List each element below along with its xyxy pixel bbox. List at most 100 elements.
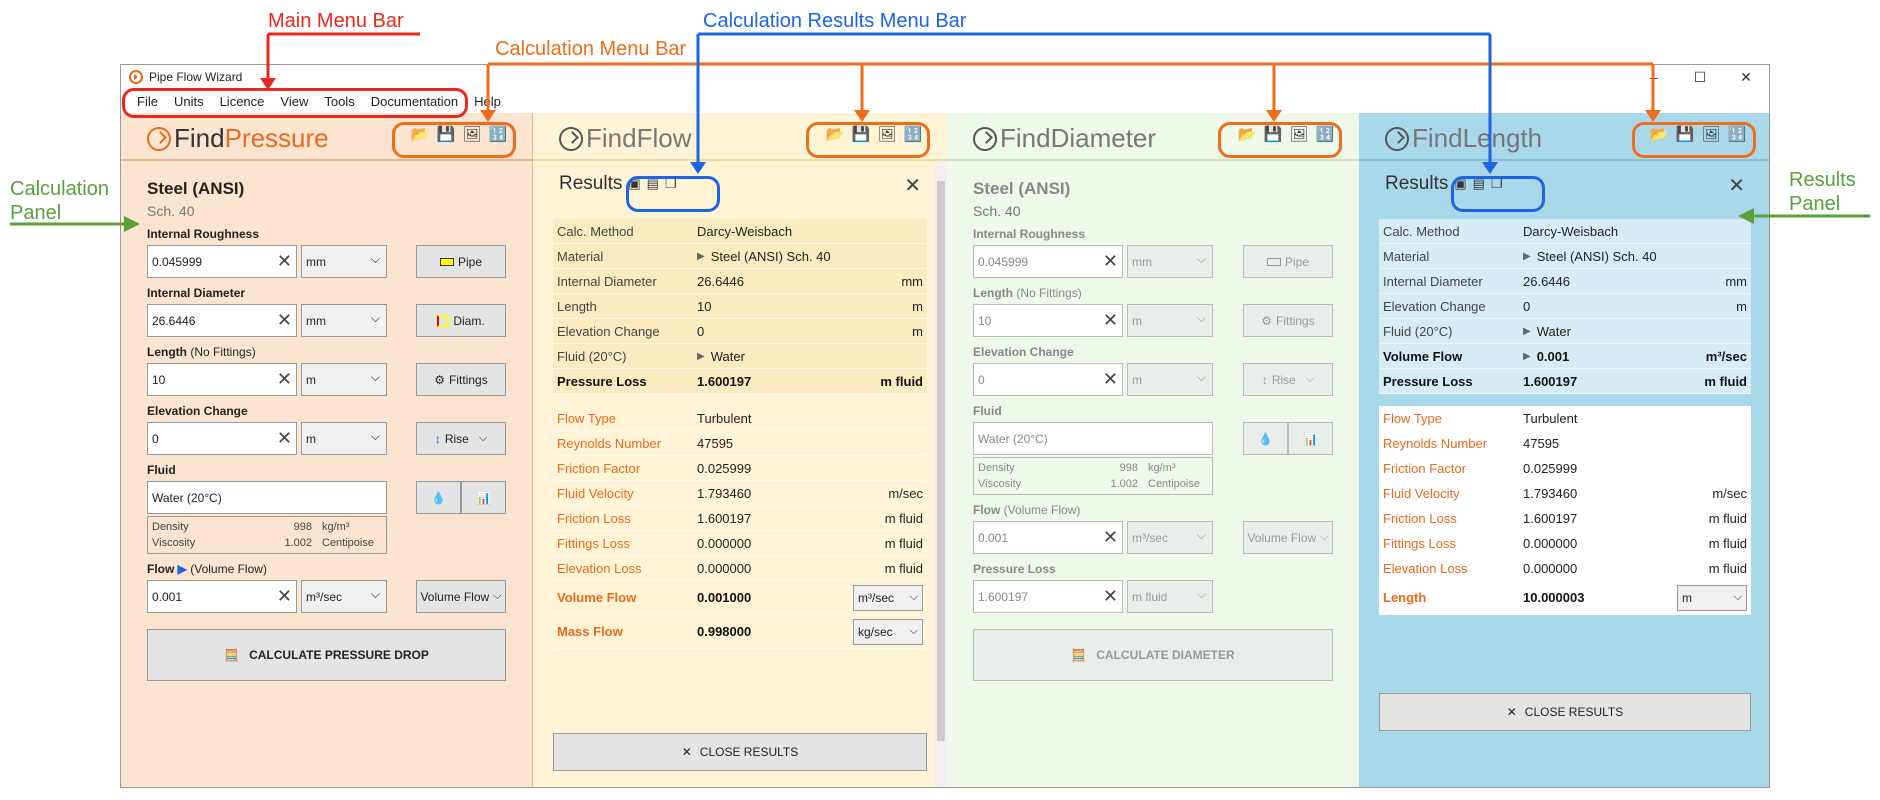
elevation-input[interactable]: 0 ✕ — [147, 422, 297, 455]
clear-icon[interactable]: ✕ — [277, 310, 292, 331]
calc-menu-highlight-flow — [806, 122, 930, 158]
length-unit-select[interactable]: m ⌵ — [1127, 304, 1213, 337]
schedule: Sch. 40 — [973, 203, 1021, 219]
window-title: Pipe Flow Wizard — [149, 70, 243, 84]
find-pressure-panel: Find Pressure 📂 💾 🖼 🔢 Steel (ANSI) Sch. 4… — [121, 113, 533, 787]
clear-icon[interactable]: ✕ — [1103, 310, 1118, 331]
fluid-database-button[interactable]: 📊 — [461, 481, 506, 514]
rise-select[interactable]: ↕ Rise ⌵ — [1243, 363, 1333, 396]
table-row: Calc. Method Darcy-Weisbach — [1379, 219, 1751, 244]
find-length-panel: Find Length 📂 💾 🖼 🔢 Results ▣ ▤ ❐ ✕ Calc. M… — [1359, 113, 1769, 787]
pipe-icon — [439, 257, 454, 266]
fluid-properties: Density 998 kg/m³ Viscosity 1.002 Centipoise — [147, 516, 387, 554]
find-pressure-title: Find Pressure — [147, 123, 329, 154]
clear-icon[interactable]: ✕ — [1103, 527, 1118, 548]
clear-icon[interactable]: ✕ — [1103, 251, 1118, 272]
length-input[interactable]: 10 ✕ — [147, 363, 297, 396]
calculator-icon: 🧮 — [224, 648, 240, 662]
table-row: Fluid Velocity 1.793460 m/sec — [553, 481, 927, 506]
rise-select[interactable]: ↕ Rise ⌵ — [416, 422, 506, 455]
fluid-input[interactable]: Water (20°C) — [973, 422, 1213, 455]
fittings-icon: ⚙ — [434, 372, 446, 387]
title-bar: Pipe Flow Wizard – ☐ ✕ — [121, 65, 1769, 89]
volume-flow-unit-select[interactable]: m³/sec ⌵ — [853, 584, 923, 611]
length-unit-select[interactable]: m ⌵ — [301, 363, 387, 396]
roughness-input[interactable]: 0.045999 ✕ — [973, 245, 1123, 278]
length-input[interactable]: 10 ✕ — [973, 304, 1123, 337]
table-row: Friction Loss 1.600197 m fluid — [1379, 506, 1751, 531]
scrollbar[interactable] — [935, 161, 947, 787]
table-row: Volume Flow ▶ 0.001 m³/sec — [1379, 344, 1751, 369]
clear-icon[interactable]: ✕ — [277, 251, 292, 272]
close-window-button[interactable]: ✕ — [1723, 65, 1769, 89]
results-header: Results ▣ ▤ ❐ ✕ — [533, 161, 947, 209]
table-row: Fluid Velocity 1.793460 m/sec — [1379, 481, 1751, 506]
roughness-unit-select[interactable]: mm ⌵ — [301, 245, 387, 278]
play-arrow-icon: ▶ — [177, 562, 187, 576]
table-row: Elevation Loss 0.000000 m fluid — [1379, 556, 1751, 581]
table-row: Elevation Change 0 m — [553, 319, 927, 344]
length-unit-select[interactable]: m ⌵ — [1677, 584, 1747, 611]
pressure-loss-unit-select[interactable]: m fluid ⌵ — [1127, 580, 1213, 613]
clear-icon[interactable]: ✕ — [277, 369, 292, 390]
elevation-unit-select[interactable]: m ⌵ — [1127, 363, 1213, 396]
pipe-button[interactable]: Pipe — [1243, 245, 1333, 278]
fluid-label: Fluid — [973, 404, 1002, 418]
diameter-unit-select[interactable]: mm ⌵ — [301, 304, 387, 337]
roughness-label: Internal Roughness — [147, 227, 260, 241]
expand-arrow-icon[interactable]: ▶ — [697, 251, 705, 262]
fluid-input[interactable]: Water (20°C) — [147, 481, 387, 514]
roughness-input[interactable]: 0.045999 ✕ — [147, 245, 297, 278]
minimize-button[interactable]: – — [1631, 65, 1677, 89]
elevation-input[interactable]: 0 ✕ — [973, 363, 1123, 396]
fittings-button[interactable]: ⚙ Fittings — [416, 363, 506, 396]
table-row: Pressure Loss 1.600197 m fluid — [553, 369, 927, 394]
table-row: Friction Factor 0.025999 — [1379, 456, 1751, 481]
expand-arrow-icon[interactable]: ▶ — [697, 351, 705, 362]
flow-input[interactable]: 0.001 ✕ — [147, 580, 297, 613]
scrollbar-thumb[interactable] — [937, 181, 945, 741]
roughness-unit-select[interactable]: mm ⌵ — [1127, 245, 1213, 278]
find-length-logo-icon — [1385, 126, 1409, 151]
elevation-unit-select[interactable]: m ⌵ — [301, 422, 387, 455]
chevron-down-icon: ⌵ — [1196, 370, 1206, 384]
expand-arrow-icon[interactable]: ▶ — [1523, 326, 1531, 337]
calculate-diameter-button[interactable]: 🧮 CALCULATE DIAMETER — [973, 629, 1333, 681]
maximize-button[interactable]: ☐ — [1677, 65, 1723, 89]
fluid-drop-button[interactable]: 💧 — [1243, 422, 1288, 455]
diameter-input[interactable]: 26.6446 ✕ — [147, 304, 297, 337]
clear-icon[interactable]: ✕ — [1103, 369, 1118, 390]
fittings-button[interactable]: ⚙ Fittings — [1243, 304, 1333, 337]
close-icon[interactable]: ✕ — [904, 173, 921, 198]
flow-type-select[interactable]: Volume Flow ⌵ — [416, 580, 506, 613]
close-results-button[interactable]: ✕ CLOSE RESULTS — [1379, 693, 1751, 731]
table-row: Length 10 m — [553, 294, 927, 319]
expand-arrow-icon[interactable]: ▶ — [1523, 251, 1531, 262]
flow-unit-select[interactable]: m³/sec ⌵ — [1127, 521, 1213, 554]
results-table: Calc. Method Darcy-Weisbach Material ▶ Stee… — [553, 219, 927, 394]
close-results-button[interactable]: ✕ CLOSE RESULTS — [553, 733, 927, 771]
calculate-pressure-drop-button[interactable]: 🧮 CALCULATE PRESSURE DROP — [147, 629, 506, 681]
close-icon[interactable]: ✕ — [1728, 173, 1745, 198]
main-menu-bar-label: Main Menu Bar — [268, 10, 404, 32]
pressure-loss-input[interactable]: 1.600197 ✕ — [973, 580, 1123, 613]
diameter-button[interactable]: Diam. — [416, 304, 506, 337]
clear-icon[interactable]: ✕ — [1103, 586, 1118, 607]
calculation-panel-label: Calculation Panel — [10, 178, 109, 224]
table-row: Friction Factor 0.025999 — [553, 456, 927, 481]
fluid-drop-button[interactable]: 💧 — [416, 481, 461, 514]
flow-unit-select[interactable]: m³/sec ⌵ — [301, 580, 387, 613]
flow-input[interactable]: 0.001 ✕ — [973, 521, 1123, 554]
table-row: Elevation Change 0 m — [1379, 294, 1751, 319]
pipe-button[interactable]: Pipe — [416, 245, 506, 278]
flow-type-select[interactable]: Volume Flow ⌵ — [1243, 521, 1333, 554]
menu-help[interactable]: Help — [466, 94, 509, 109]
expand-arrow-icon[interactable]: ▶ — [1523, 351, 1531, 362]
clear-icon[interactable]: ✕ — [277, 428, 292, 449]
fluid-database-button[interactable]: 📊 — [1288, 422, 1333, 455]
clear-icon[interactable]: ✕ — [277, 586, 292, 607]
mass-flow-unit-select[interactable]: kg/sec ⌵ — [853, 618, 923, 645]
close-icon: ✕ — [681, 745, 692, 759]
chevron-down-icon: ⌵ — [1196, 252, 1206, 266]
results-table: Calc. Method Darcy-Weisbach Material ▶ Stee… — [1379, 219, 1751, 394]
